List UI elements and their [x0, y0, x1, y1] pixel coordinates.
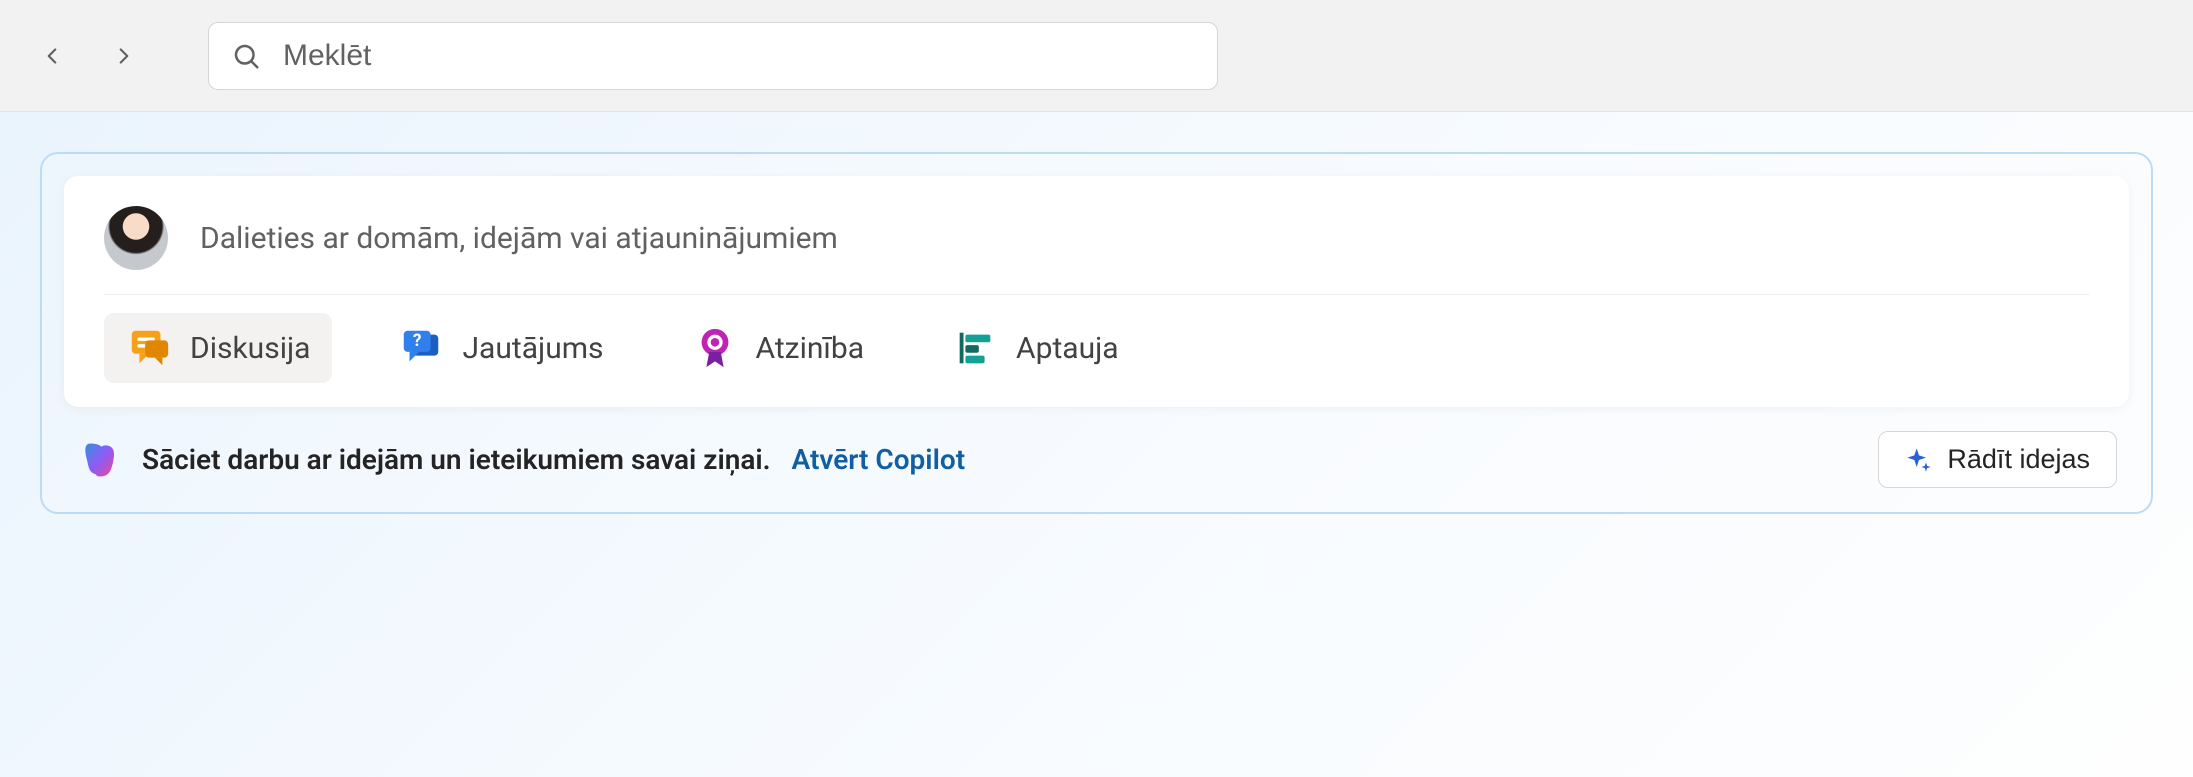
avatar — [104, 206, 168, 270]
copilot-text: Sāciet darbu ar idejām un ieteikumiem sa… — [76, 438, 965, 482]
compose-prompt-row: Dalieties ar domām, idejām vai atjauninā… — [64, 176, 2129, 294]
chevron-right-icon — [111, 43, 137, 69]
chevron-left-icon — [39, 43, 65, 69]
show-ideas-button[interactable]: Rādīt idejas — [1878, 431, 2117, 488]
search-box[interactable] — [208, 22, 1218, 90]
compose-prompt[interactable]: Dalieties ar domām, idejām vai atjauninā… — [200, 221, 2089, 256]
tab-poll[interactable]: Aptauja — [930, 313, 1141, 383]
post-type-tabs: Diskusija ? Jautājums — [64, 295, 2129, 407]
tab-poll-label: Aptauja — [1016, 331, 1119, 366]
poll-icon — [952, 325, 998, 371]
search-icon — [231, 41, 261, 71]
praise-icon — [692, 325, 738, 371]
topbar — [0, 0, 2193, 112]
compose-card: Dalieties ar domām, idejām vai atjauninā… — [64, 176, 2129, 407]
tab-praise-label: Atzinība — [756, 331, 864, 366]
compose-frame: Dalieties ar domām, idejām vai atjauninā… — [40, 152, 2153, 514]
copilot-open-link[interactable]: Atvērt Copilot — [792, 443, 966, 476]
tab-praise[interactable]: Atzinība — [670, 313, 886, 383]
show-ideas-label: Rādīt idejas — [1947, 444, 2090, 475]
tab-discussion[interactable]: Diskusija — [104, 313, 332, 383]
svg-text:?: ? — [413, 331, 422, 351]
question-icon: ? — [398, 325, 444, 371]
tab-discussion-label: Diskusija — [190, 331, 310, 366]
copilot-lead: Sāciet darbu ar idejām un ieteikumiem sa… — [142, 443, 771, 476]
copilot-row: Sāciet darbu ar idejām un ieteikumiem sa… — [64, 407, 2129, 490]
search-input[interactable] — [283, 39, 1195, 73]
main-area: Dalieties ar domām, idejām vai atjauninā… — [0, 112, 2193, 777]
tab-question[interactable]: ? Jautājums — [376, 313, 625, 383]
discussion-icon — [126, 325, 172, 371]
copilot-icon — [76, 438, 120, 482]
sparkle-icon — [1905, 446, 1933, 474]
nav-forward-button[interactable] — [96, 28, 152, 84]
tab-question-label: Jautājums — [462, 331, 603, 366]
nav-back-button[interactable] — [24, 28, 80, 84]
